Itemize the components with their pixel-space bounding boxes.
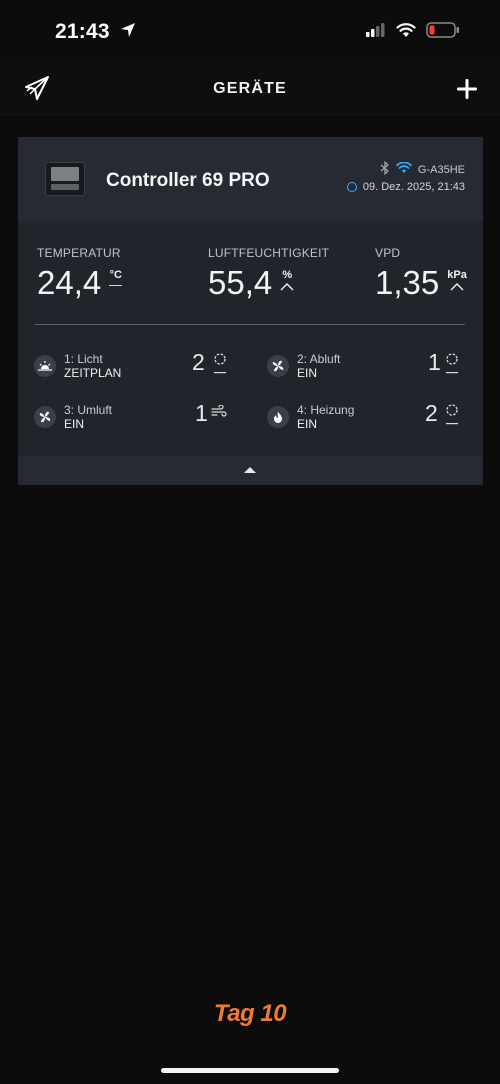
metric-value: 1,35 [375,264,440,301]
port-mode: EIN [297,366,318,380]
metric-humidity[interactable]: LUFTFEUCHTIGKEIT 55,4 % [208,246,329,302]
wifi-icon [396,22,416,43]
port-name: 3: Umluft [64,403,113,417]
connection-row: G-A35HE [380,161,465,178]
sun-icon [34,355,56,377]
timestamp-row: 09. Dez. 2025, 21:43 [346,181,465,193]
port-mode: EIN [64,417,85,431]
metric-value: 24,4 [37,264,102,301]
port-2[interactable]: 2: Abluft EIN [267,352,340,380]
metrics-divider [35,324,465,325]
wind-icon [211,404,227,422]
page-title: GERÄTE [213,80,287,97]
metric-unit: °C [109,269,122,281]
metric-unit: % [282,269,293,281]
wifi-status-icon [396,161,412,177]
add-device-button[interactable] [456,78,478,105]
device-name: Controller 69 PRO [106,170,270,191]
port-level: 2 [425,400,438,426]
port-4[interactable]: 4: Heizung EIN [267,403,354,431]
port-mode: ZEITPLAN [64,366,122,380]
sync-status-icon [346,182,357,192]
battery-icon [426,22,460,43]
location-arrow-icon [120,20,136,44]
bluetooth-icon [380,161,390,178]
port-3[interactable]: 3: Umluft EIN [34,403,112,431]
timer-icon [213,352,227,381]
trend-up-icon [450,283,464,291]
port-name: 4: Heizung [297,403,355,417]
plus-icon [457,79,477,99]
port-level: 2 [192,349,205,375]
status-time-text: 21:43 [55,20,110,43]
status-icons [366,22,460,43]
fan-icon [267,355,289,377]
port-level: 1 [428,349,441,375]
port-mode: EIN [297,417,318,431]
metric-label: VPD [375,246,401,260]
metric-unit: kPa [447,269,467,281]
metric-vpd[interactable]: VPD 1,35 kPa [375,246,467,302]
timer-icon [445,352,459,381]
port-name: 1: Licht [64,352,103,366]
flame-icon [267,406,289,428]
day-caption: Tag 10 [213,1000,287,1027]
port-level: 1 [195,400,208,426]
connection-id: G-A35HE [417,163,465,176]
device-thumbnail [45,162,85,196]
fan-icon [34,406,56,428]
collapse-arrow-icon[interactable] [244,467,256,473]
port-1[interactable]: 1: Licht ZEITPLAN [34,352,121,380]
cellular-signal-icon [366,23,386,42]
status-time: 21:43 [55,20,136,44]
metric-value: 55,4 [208,264,273,301]
trend-up-icon [280,283,294,291]
metric-temperature[interactable]: TEMPERATUR 24,4 °C [37,246,123,302]
device-timestamp: 09. Dez. 2025, 21:43 [362,181,465,193]
metric-label: TEMPERATUR [37,246,121,260]
trend-steady-icon [109,285,123,286]
device-card[interactable]: Controller 69 PRO G-A35HE 09. Dez. 2025,… [18,137,483,485]
timer-icon [445,403,459,432]
metric-label: LUFTFEUCHTIGKEIT [208,246,330,260]
home-indicator[interactable] [161,1068,339,1073]
port-name: 2: Abluft [297,352,341,366]
